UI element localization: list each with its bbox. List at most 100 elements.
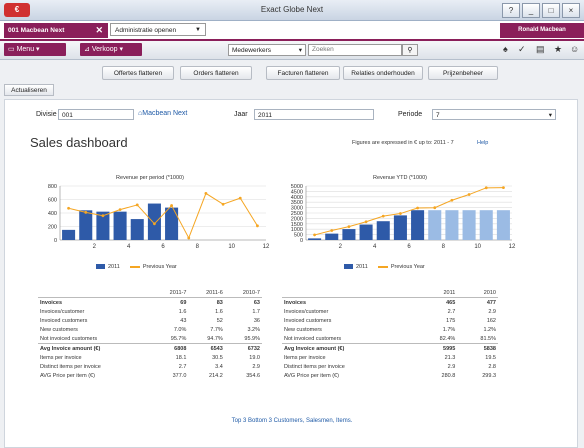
chevron-down-icon: ▾ xyxy=(119,46,123,53)
table-cell: 465 xyxy=(446,299,456,306)
people-icon[interactable]: ☺ xyxy=(570,44,579,54)
minimize-button[interactable]: _ xyxy=(522,3,540,18)
table-row: Items per invoice 21.3 19.5 xyxy=(282,353,498,362)
column-header: 2011-6 xyxy=(188,288,225,298)
document-icon[interactable]: ▤ xyxy=(536,44,545,55)
invoices-flatten-button[interactable]: Facturen flatteren xyxy=(266,66,340,80)
maximize-button[interactable]: □ xyxy=(542,3,560,18)
help-link[interactable]: Help xyxy=(477,140,488,146)
refresh-button[interactable]: Actualiseren xyxy=(4,84,54,96)
division-input[interactable]: 001 xyxy=(58,109,134,120)
tab-label: 001 Macbean Next xyxy=(8,27,65,34)
tab-macbean-next[interactable]: 001 Macbean Next ✕ xyxy=(4,23,108,38)
table-cell: 43 xyxy=(180,317,187,324)
line-point xyxy=(204,192,208,195)
table-cell: 21.3 xyxy=(444,354,456,361)
line-point xyxy=(153,222,156,226)
table-row: Distinct items per invoice 2.7 3.4 2.9 xyxy=(38,362,262,371)
period-select[interactable]: 7 ▾ xyxy=(432,109,556,120)
x-tick-label: 6 xyxy=(407,244,411,250)
price-management-button[interactable]: Prijzenbeheer xyxy=(428,66,498,80)
line-point xyxy=(416,206,419,210)
menu-label: Menu xyxy=(16,46,35,53)
legend-previous-year: Previous Year xyxy=(142,264,177,270)
window-controls: ? _ □ × xyxy=(502,3,580,18)
bar xyxy=(79,210,93,240)
table-cell: 19.0 xyxy=(249,354,260,361)
table-cell: 3.2% xyxy=(247,326,260,333)
legend-swatch-line xyxy=(129,265,140,268)
table-cell: 19.5 xyxy=(485,354,496,361)
sales-label: Verkoop xyxy=(91,46,118,53)
kpi-table-period: 2011-7 2011-6 2010-7 Invoices 69 83 63 Invoices… xyxy=(38,288,262,380)
help-window-button[interactable]: ? xyxy=(502,3,520,18)
administration-open-dropdown[interactable]: Administratie openen ▼ xyxy=(110,23,206,36)
x-tick-label: 8 xyxy=(196,244,200,250)
line-point xyxy=(433,206,437,210)
table-row: New customers 7.0% 7.7% 3.2% xyxy=(38,325,262,334)
y-tick-label: 800 xyxy=(48,184,57,190)
app-window: € Exact Globe Next ? _ □ × 001 Macbean N… xyxy=(0,0,584,448)
table-cell: 377.0 xyxy=(172,372,187,379)
row-label: Invoiced customers xyxy=(284,317,332,324)
y-tick-label: 200 xyxy=(48,225,57,231)
pin-icon[interactable]: ♠ xyxy=(503,44,508,54)
revenue-ytd-chart: 0500100015002000250030003500400045005000… xyxy=(291,184,516,250)
tab-bar: 001 Macbean Next ✕ Administratie openen … xyxy=(0,21,584,41)
table-row: Not invoiced customers 95.7% 94.7% 95.9% xyxy=(38,334,262,344)
row-label: Distinct items per invoice xyxy=(40,363,101,370)
search-input[interactable] xyxy=(308,44,402,56)
bar xyxy=(428,210,442,240)
table-cell: 36 xyxy=(253,317,260,324)
table-row: Not invoiced customers 82.4% 81.5% xyxy=(282,334,498,344)
year-input[interactable]: 2011 xyxy=(254,109,374,120)
close-tab-icon[interactable]: ✕ xyxy=(95,23,103,38)
line-point xyxy=(330,229,334,232)
orders-flatten-button[interactable]: Orders flatteren xyxy=(180,66,252,80)
line-point xyxy=(313,233,316,237)
bar xyxy=(308,238,322,240)
revenue-per-period-chart: 0 200 400 600 800 2 4 6 8 10 12 xyxy=(48,184,270,250)
column-header: 2010-7 xyxy=(224,288,262,298)
bar xyxy=(359,224,373,240)
search-category-select[interactable]: Medewerkers ▾ xyxy=(228,44,306,56)
row-label: AVG Price per item (€) xyxy=(40,372,95,379)
quotes-flatten-button[interactable]: Offertes flatteren xyxy=(102,66,174,80)
table-cell: 162 xyxy=(486,317,496,324)
table-row: Invoices 69 83 63 xyxy=(38,298,262,308)
period-value: 7 xyxy=(436,112,440,119)
top-bottom-link[interactable]: Top 3 Bottom 3 Customers, Salesmen, Item… xyxy=(0,418,584,424)
chart-icon: ⊿ xyxy=(84,46,90,53)
chevron-down-icon: ▾ xyxy=(36,46,40,53)
y-tick-label: 600 xyxy=(48,198,57,204)
check-icon[interactable]: ✓ xyxy=(518,44,526,55)
row-label: Invoices xyxy=(284,299,307,306)
chart2-title: Revenue YTD (*1000) xyxy=(372,175,427,181)
column-header: 2011-7 xyxy=(151,288,189,298)
line-point xyxy=(347,225,351,229)
bar xyxy=(130,219,144,240)
line-point xyxy=(450,198,454,202)
bar xyxy=(393,215,407,240)
chart1-legend: 2011 Previous Year xyxy=(96,264,177,270)
relations-maintain-button[interactable]: Relaties onderhouden xyxy=(343,66,423,80)
user-badge[interactable]: Ronald Macbean xyxy=(500,23,584,38)
table-cell: 354.6 xyxy=(246,372,260,379)
close-window-button[interactable]: × xyxy=(562,3,580,18)
bar xyxy=(411,210,425,240)
sales-menu-button[interactable]: ⊿ Verkoop ▾ xyxy=(80,43,142,56)
x-tick-label: 4 xyxy=(127,244,131,250)
y-tick-label: 4500 xyxy=(291,189,303,195)
table-header-row: 2011-7 2011-6 2010-7 xyxy=(38,288,262,298)
search-icon[interactable]: ⚲ xyxy=(402,44,418,56)
division-link[interactable]: ⌂Macbean Next xyxy=(138,110,187,117)
dashboard-panel xyxy=(4,99,578,448)
table-cell: 6543 xyxy=(188,343,225,353)
table-cell: 18.1 xyxy=(175,354,187,361)
row-label: Items per invoice xyxy=(40,354,82,361)
row-label: Items per invoice xyxy=(284,354,326,361)
menu-button[interactable]: ▭ Menu ▾ xyxy=(4,43,66,56)
x-tick-label: 10 xyxy=(228,244,235,250)
bar xyxy=(496,210,510,240)
star-icon[interactable]: ★ xyxy=(554,44,562,55)
